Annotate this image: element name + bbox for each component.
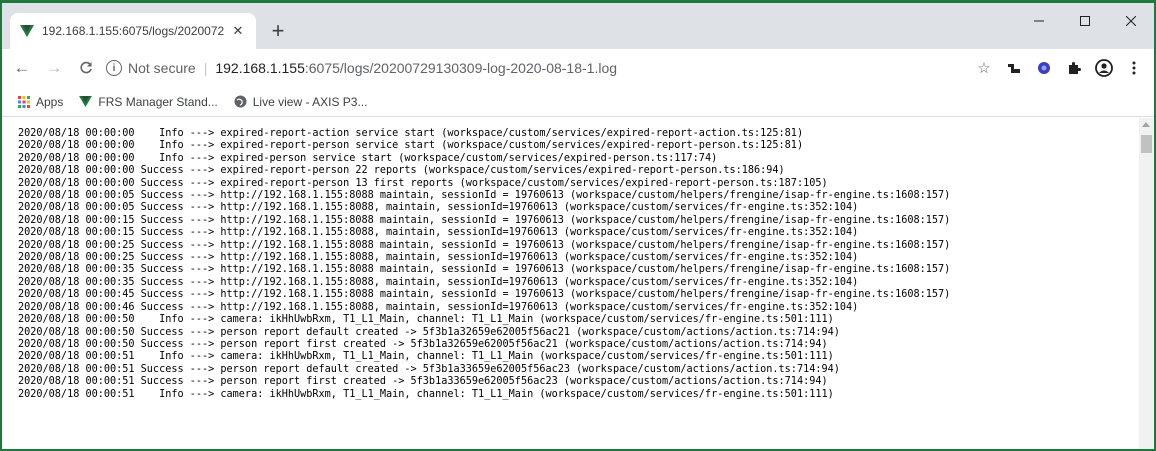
globe-icon	[234, 95, 247, 108]
close-window-button[interactable]	[1108, 3, 1154, 39]
url-path: :6075/logs/20200729130309-log-2020-08-18…	[304, 60, 618, 76]
toolbar: ← → i Not secure | 192.168.1.155:6075/lo…	[2, 49, 1154, 87]
log-line: 2020/08/18 00:00:25 Success ---> http://…	[18, 252, 859, 264]
bookmark-apps[interactable]: Apps	[18, 95, 63, 109]
log-line: 2020/08/18 00:00:00 Info ---> expired-pe…	[18, 152, 718, 164]
address-bar[interactable]: i Not secure | 192.168.1.155:6075/logs/2…	[106, 53, 996, 83]
log-line: 2020/08/18 00:00:46 Success ---> http://…	[18, 301, 859, 313]
log-line: 2020/08/18 00:00:15 Success ---> http://…	[18, 227, 859, 239]
url-host: 192.168.1.155	[215, 60, 305, 76]
toolbar-actions: ☆	[968, 56, 1148, 80]
back-button[interactable]: ←	[10, 56, 34, 80]
star-icon[interactable]: ☆	[970, 56, 998, 80]
log-line: 2020/08/18 00:00:00 Info ---> expired-re…	[18, 140, 804, 152]
bookmark-live-label: Live view - AXIS P3...	[252, 94, 368, 109]
extension-icon[interactable]	[1000, 56, 1028, 80]
profile-icon[interactable]	[1090, 56, 1118, 80]
log-line: 2020/08/18 00:00:00 Success ---> expired…	[18, 177, 828, 189]
log-line: 2020/08/18 00:00:00 Success ---> expired…	[18, 165, 785, 177]
forward-button[interactable]: →	[42, 56, 66, 80]
log-line: 2020/08/18 00:00:45 Success ---> http://…	[18, 289, 951, 301]
kebab-menu-icon[interactable]	[1120, 56, 1148, 80]
vpn-globe-icon[interactable]	[1030, 56, 1058, 80]
scroll-thumb[interactable]	[1141, 135, 1152, 153]
log-line: 2020/08/18 00:00:05 Success ---> http://…	[18, 202, 859, 214]
log-line: 2020/08/18 00:00:50 Info ---> camera: ik…	[18, 314, 834, 326]
tab-close-button[interactable]: ✕	[230, 23, 246, 39]
log-line: 2020/08/18 00:00:50 Success ---> person …	[18, 338, 828, 350]
browser-window: 192.168.1.155:6075/logs/2020072 ✕ + ← → …	[0, 0, 1156, 451]
log-line: 2020/08/18 00:00:35 Success ---> http://…	[18, 276, 859, 288]
bookmark-frs-manager[interactable]: FRS Manager Stand...	[79, 94, 218, 109]
window-controls	[1016, 3, 1154, 39]
log-line: 2020/08/18 00:00:00 Info ---> expired-re…	[18, 128, 804, 139]
puzzle-icon[interactable]	[1060, 56, 1088, 80]
log-content: 2020/08/18 00:00:00 Info ---> expired-re…	[2, 118, 1140, 449]
bookmark-live-view[interactable]: Live view - AXIS P3...	[234, 94, 368, 109]
scroll-up-arrow[interactable]	[1142, 122, 1150, 127]
apps-grid-icon	[18, 95, 30, 108]
vue-logo-icon	[79, 96, 93, 107]
tab-title: 192.168.1.155:6075/logs/2020072	[42, 24, 225, 38]
vertical-scrollbar[interactable]	[1139, 118, 1154, 449]
log-line: 2020/08/18 00:00:50 Success ---> person …	[18, 326, 840, 338]
reload-button[interactable]	[74, 56, 98, 80]
log-line: 2020/08/18 00:00:25 Success ---> http://…	[18, 239, 951, 251]
log-line: 2020/08/18 00:00:51 Success ---> person …	[18, 363, 840, 375]
url-separator: |	[203, 60, 208, 76]
bookmarks-bar: Apps FRS Manager Stand... Live view - AX…	[2, 87, 1154, 117]
not-secure-label: Not secure	[128, 60, 196, 76]
maximize-button[interactable]	[1062, 3, 1108, 39]
log-line: 2020/08/18 00:00:35 Success ---> http://…	[18, 264, 951, 276]
log-line: 2020/08/18 00:00:51 Success ---> person …	[18, 376, 828, 388]
bookmark-frs-label: FRS Manager Stand...	[98, 94, 218, 109]
log-line: 2020/08/18 00:00:15 Success ---> http://…	[18, 214, 951, 226]
log-line: 2020/08/18 00:00:05 Success ---> http://…	[18, 190, 951, 202]
new-tab-button[interactable]: +	[266, 18, 290, 43]
bookmark-apps-label: Apps	[36, 94, 64, 109]
vue-logo-icon	[20, 24, 34, 38]
tab-strip: 192.168.1.155:6075/logs/2020072 ✕ +	[2, 3, 1154, 49]
log-line: 2020/08/18 00:00:51 Info ---> camera: ik…	[18, 351, 834, 363]
info-icon[interactable]: i	[106, 60, 122, 76]
reload-icon	[80, 61, 92, 74]
log-line: 2020/08/18 00:00:51 Info ---> camera: ik…	[18, 388, 834, 400]
browser-tab[interactable]: 192.168.1.155:6075/logs/2020072 ✕	[10, 13, 256, 49]
minimize-button[interactable]	[1016, 3, 1062, 39]
